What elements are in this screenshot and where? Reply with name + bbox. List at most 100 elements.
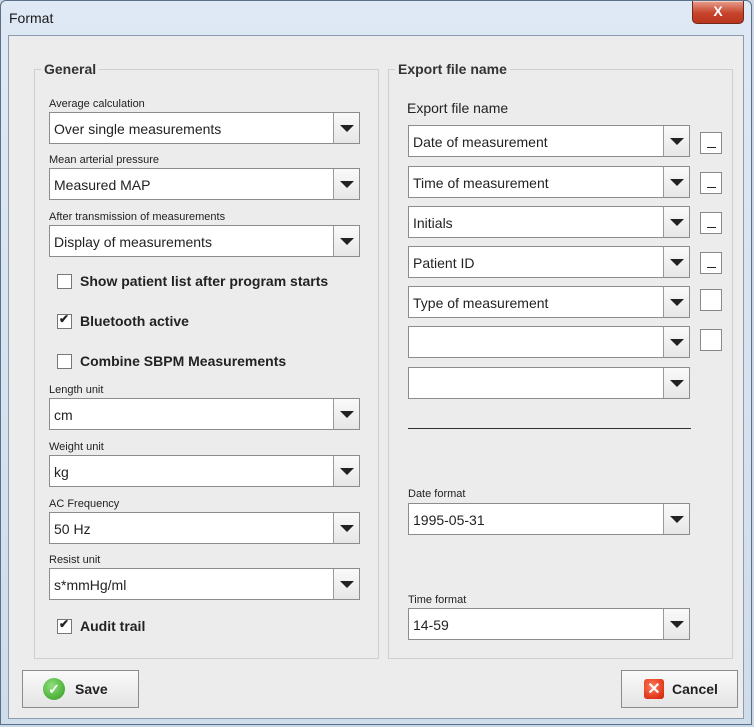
after-label: After transmission of measurements bbox=[49, 211, 226, 223]
separator-3[interactable] bbox=[700, 212, 722, 234]
checkmark-icon: ✓ bbox=[43, 678, 65, 700]
average-label: Average calculation bbox=[49, 98, 145, 110]
chevron-down-icon bbox=[340, 181, 354, 188]
format-dialog: Format X General Average calculation Ove… bbox=[0, 0, 752, 725]
combine-checkbox[interactable]: Combine SBPM Measurements bbox=[57, 353, 286, 369]
cancel-label: Cancel bbox=[672, 681, 718, 697]
export-group: Export file name Export file name Date o… bbox=[388, 61, 733, 659]
ac-dropdown-button[interactable] bbox=[333, 513, 359, 543]
export-field-2[interactable]: Time of measurement bbox=[408, 166, 690, 198]
export-field-6[interactable] bbox=[408, 326, 690, 358]
after-dropdown-button[interactable] bbox=[333, 226, 359, 256]
time-format-button[interactable] bbox=[663, 609, 689, 639]
resist-dropdown-button[interactable] bbox=[333, 569, 359, 599]
separator-5[interactable] bbox=[700, 289, 722, 311]
export-field-2-value: Time of measurement bbox=[413, 175, 549, 191]
combine-box[interactable] bbox=[57, 353, 72, 369]
time-format-dropdown[interactable]: 14-59 bbox=[408, 608, 690, 640]
audit-label: Audit trail bbox=[80, 618, 146, 634]
map-dropdown-button[interactable] bbox=[333, 169, 359, 199]
chevron-down-icon bbox=[670, 516, 684, 523]
export-field-6-button[interactable] bbox=[663, 327, 689, 357]
date-format-label: Date format bbox=[408, 488, 466, 500]
separator-4[interactable] bbox=[700, 252, 722, 274]
time-format-label: Time format bbox=[408, 594, 467, 606]
chevron-down-icon bbox=[670, 219, 684, 226]
weight-value: kg bbox=[54, 464, 69, 480]
export-field-3[interactable]: Initials bbox=[408, 206, 690, 238]
chevron-down-icon bbox=[340, 238, 354, 245]
length-label: Length unit bbox=[49, 384, 104, 396]
export-field-1-value: Date of measurement bbox=[413, 134, 548, 150]
weight-label: Weight unit bbox=[49, 441, 104, 453]
weight-dropdown[interactable]: kg bbox=[49, 455, 360, 487]
average-value: Over single measurements bbox=[54, 121, 222, 137]
time-format-value: 14-59 bbox=[413, 617, 449, 633]
patient-list-label: Show patient list after program starts bbox=[80, 273, 329, 289]
cancel-x-icon: ✕ bbox=[644, 679, 664, 699]
resist-dropdown[interactable]: s*mmHg/ml bbox=[49, 568, 360, 600]
export-field-4-button[interactable] bbox=[663, 247, 689, 277]
chevron-down-icon bbox=[340, 525, 354, 532]
audit-box[interactable] bbox=[57, 617, 72, 634]
export-field-5-value: Type of measurement bbox=[413, 295, 549, 311]
export-field-4-value: Patient ID bbox=[413, 255, 475, 271]
export-field-7[interactable] bbox=[408, 367, 690, 399]
general-group: General Average calculation Over single … bbox=[34, 61, 379, 659]
chevron-down-icon bbox=[340, 125, 354, 132]
separator-1[interactable] bbox=[700, 132, 722, 154]
underscore-mark bbox=[707, 187, 716, 188]
average-dropdown[interactable]: Over single measurements bbox=[49, 112, 360, 144]
export-field-2-button[interactable] bbox=[663, 167, 689, 197]
chevron-down-icon bbox=[340, 468, 354, 475]
length-value: cm bbox=[54, 407, 73, 423]
ac-value: 50 Hz bbox=[54, 521, 91, 537]
chevron-down-icon bbox=[670, 621, 684, 628]
cancel-button[interactable]: ✕ Cancel bbox=[621, 670, 738, 708]
bluetooth-checkbox[interactable]: Bluetooth active bbox=[57, 312, 189, 329]
export-field-5-button[interactable] bbox=[663, 287, 689, 317]
close-icon: X bbox=[713, 3, 723, 19]
underscore-mark bbox=[707, 147, 716, 148]
window-title: Format bbox=[9, 10, 54, 26]
export-field-4[interactable]: Patient ID bbox=[408, 246, 690, 278]
save-label: Save bbox=[75, 681, 108, 697]
title-bar[interactable]: Format X bbox=[1, 1, 751, 35]
audit-checkbox[interactable]: Audit trail bbox=[57, 617, 146, 634]
export-field-5[interactable]: Type of measurement bbox=[408, 286, 690, 318]
bluetooth-box[interactable] bbox=[57, 312, 72, 329]
after-value: Display of measurements bbox=[54, 234, 212, 250]
bluetooth-label: Bluetooth active bbox=[80, 313, 189, 329]
separator-6[interactable] bbox=[700, 329, 722, 351]
export-field-3-value: Initials bbox=[413, 215, 453, 231]
average-dropdown-button[interactable] bbox=[333, 113, 359, 143]
divider bbox=[408, 428, 691, 429]
resist-value: s*mmHg/ml bbox=[54, 577, 127, 593]
ac-dropdown[interactable]: 50 Hz bbox=[49, 512, 360, 544]
date-format-value: 1995-05-31 bbox=[413, 512, 485, 528]
date-format-dropdown[interactable]: 1995-05-31 bbox=[408, 503, 690, 535]
date-format-button[interactable] bbox=[663, 504, 689, 534]
dialog-body: General Average calculation Over single … bbox=[8, 35, 744, 719]
after-dropdown[interactable]: Display of measurements bbox=[49, 225, 360, 257]
close-button[interactable]: X bbox=[692, 1, 744, 24]
patient-list-checkbox[interactable]: Show patient list after program starts bbox=[57, 273, 328, 289]
ac-label: AC Frequency bbox=[49, 498, 120, 510]
export-field-1[interactable]: Date of measurement bbox=[408, 125, 690, 157]
map-dropdown[interactable]: Measured MAP bbox=[49, 168, 360, 200]
chevron-down-icon bbox=[670, 339, 684, 346]
length-dropdown[interactable]: cm bbox=[49, 398, 360, 430]
resist-label: Resist unit bbox=[49, 554, 101, 566]
export-legend: Export file name bbox=[395, 61, 510, 77]
patient-list-box[interactable] bbox=[57, 273, 72, 289]
length-dropdown-button[interactable] bbox=[333, 399, 359, 429]
chevron-down-icon bbox=[340, 411, 354, 418]
underscore-mark bbox=[707, 267, 716, 268]
export-field-1-button[interactable] bbox=[663, 126, 689, 156]
separator-2[interactable] bbox=[700, 172, 722, 194]
weight-dropdown-button[interactable] bbox=[333, 456, 359, 486]
export-field-3-button[interactable] bbox=[663, 207, 689, 237]
chevron-down-icon bbox=[670, 299, 684, 306]
export-field-7-button[interactable] bbox=[663, 368, 689, 398]
save-button[interactable]: ✓ Save bbox=[22, 670, 139, 708]
